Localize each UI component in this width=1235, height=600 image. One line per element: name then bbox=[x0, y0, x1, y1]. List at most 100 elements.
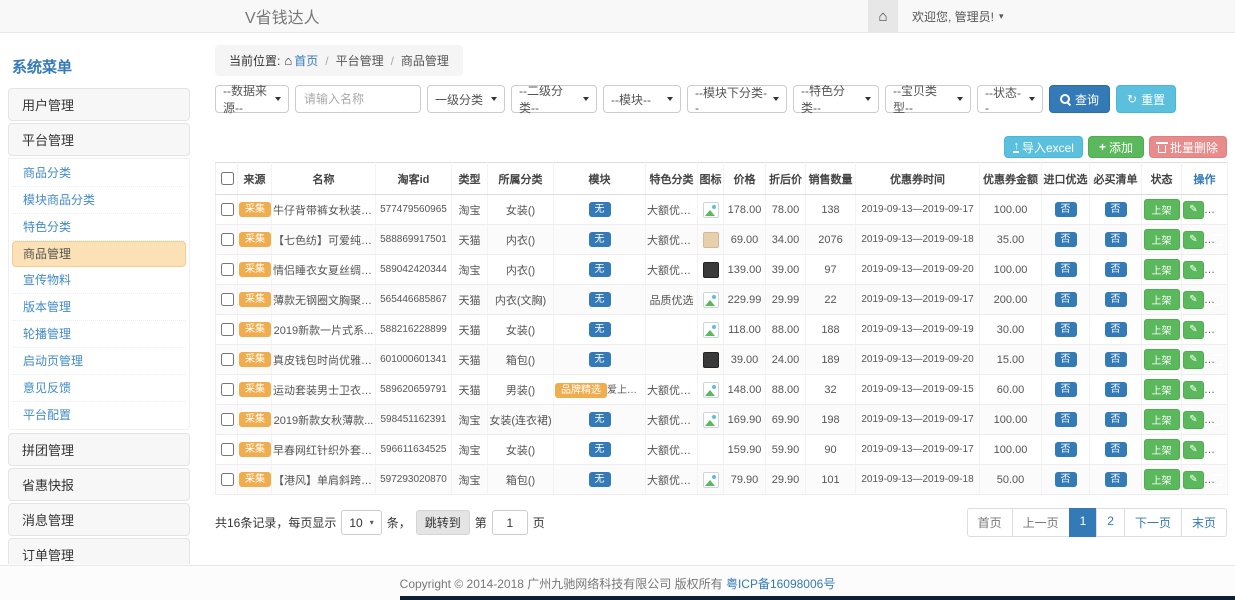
module-subcategory-select[interactable]: --模块下分类-- bbox=[687, 85, 787, 113]
row-checkbox[interactable] bbox=[221, 383, 234, 396]
import-select-badge[interactable]: 否 bbox=[1055, 292, 1077, 307]
reset-button[interactable]: ↻重置 bbox=[1116, 85, 1176, 113]
sidebar-subitem-4[interactable]: 宣传物料 bbox=[12, 267, 186, 294]
user-menu[interactable]: 欢迎您, 管理员! ▾ bbox=[912, 8, 1004, 25]
page-button-1[interactable]: 上一页 bbox=[1012, 508, 1070, 537]
edit-button[interactable]: ✎ bbox=[1183, 351, 1204, 369]
feature-category-select[interactable]: --特色分类-- bbox=[793, 85, 879, 113]
breadcrumb-separator: / bbox=[325, 54, 328, 68]
sidebar-group-bottom-3[interactable]: 订单管理 bbox=[8, 538, 190, 564]
status-button[interactable]: 上架 bbox=[1144, 379, 1180, 400]
status-button[interactable]: 上架 bbox=[1144, 349, 1180, 370]
sidebar-subitem-5[interactable]: 版本管理 bbox=[12, 294, 186, 321]
status-button[interactable]: 上架 bbox=[1144, 289, 1180, 310]
row-checkbox[interactable] bbox=[221, 323, 234, 336]
sidebar-subitem-2[interactable]: 特色分类 bbox=[12, 214, 186, 241]
must-buy-badge[interactable]: 否 bbox=[1105, 262, 1127, 277]
select-all-checkbox[interactable] bbox=[221, 172, 234, 185]
import-select-badge[interactable]: 否 bbox=[1055, 382, 1077, 397]
page-button-2[interactable]: 1 bbox=[1069, 508, 1098, 537]
import-select-badge[interactable]: 否 bbox=[1055, 232, 1077, 247]
sidebar-group-bottom-1[interactable]: 省惠快报 bbox=[8, 468, 190, 501]
sidebar-subitem-1[interactable]: 模块商品分类 bbox=[12, 187, 186, 214]
import-select-badge[interactable]: 否 bbox=[1055, 442, 1077, 457]
add-button[interactable]: +添加 bbox=[1088, 136, 1144, 158]
page-button-5[interactable]: 末页 bbox=[1181, 508, 1227, 537]
edit-button[interactable]: ✎ bbox=[1183, 471, 1204, 489]
row-checkbox[interactable] bbox=[221, 233, 234, 246]
sidebar-group-platform-management[interactable]: 平台管理 bbox=[8, 123, 190, 156]
import-select-badge[interactable]: 否 bbox=[1055, 322, 1077, 337]
jump-button[interactable]: 跳转到 bbox=[416, 510, 470, 535]
status-button[interactable]: 上架 bbox=[1144, 259, 1180, 280]
module-select[interactable]: --模块-- bbox=[603, 85, 681, 113]
status-button[interactable]: 上架 bbox=[1144, 469, 1180, 490]
edit-button[interactable]: ✎ bbox=[1183, 441, 1204, 459]
source-badge: 采集 bbox=[239, 442, 271, 457]
sidebar-subitem-3[interactable]: 商品管理 bbox=[12, 241, 186, 267]
status-button[interactable]: 上架 bbox=[1144, 409, 1180, 430]
price: 139.00 bbox=[724, 255, 766, 285]
icp-link[interactable]: 粤ICP备16098006号 bbox=[726, 575, 835, 592]
home-button[interactable]: ⌂ bbox=[868, 0, 898, 32]
row-checkbox[interactable] bbox=[221, 353, 234, 366]
status-button[interactable]: 上架 bbox=[1144, 439, 1180, 460]
edit-button[interactable]: ✎ bbox=[1183, 201, 1204, 219]
must-buy-badge[interactable]: 否 bbox=[1105, 232, 1127, 247]
per-page-select[interactable]: 10▾ bbox=[341, 510, 381, 535]
must-buy-badge[interactable]: 否 bbox=[1105, 412, 1127, 427]
table-row: 采集 【七色纺】可爱纯棉家... 588869917501 天猫 内衣() 无 … bbox=[216, 225, 1228, 255]
sidebar-group-user-management[interactable]: 用户管理 bbox=[8, 88, 190, 121]
import-select-badge[interactable]: 否 bbox=[1055, 472, 1077, 487]
edit-button[interactable]: ✎ bbox=[1183, 231, 1204, 249]
status-select[interactable]: --状态-- bbox=[977, 85, 1043, 113]
breadcrumb-home-link[interactable]: 首页 bbox=[294, 54, 318, 68]
level1-category-select[interactable]: 一级分类 bbox=[427, 85, 505, 113]
must-buy-badge[interactable]: 否 bbox=[1105, 352, 1127, 367]
edit-button[interactable]: ✎ bbox=[1183, 411, 1204, 429]
import-select-badge[interactable]: 否 bbox=[1055, 262, 1077, 277]
name-search-input[interactable] bbox=[295, 85, 421, 113]
page-button-0[interactable]: 首页 bbox=[967, 508, 1013, 537]
row-checkbox[interactable] bbox=[221, 263, 234, 276]
status-button[interactable]: 上架 bbox=[1144, 199, 1180, 220]
must-buy-badge[interactable]: 否 bbox=[1105, 382, 1127, 397]
row-checkbox[interactable] bbox=[221, 293, 234, 306]
level2-category-select[interactable]: --二级分类-- bbox=[511, 85, 597, 113]
batch-delete-button[interactable]: 批量删除 bbox=[1149, 136, 1227, 158]
sidebar-subitem-8[interactable]: 意见反馈 bbox=[12, 375, 186, 402]
sidebar-group-bottom-0[interactable]: 拼团管理 bbox=[8, 433, 190, 466]
edit-button[interactable]: ✎ bbox=[1183, 291, 1204, 309]
search-button[interactable]: 查询 bbox=[1049, 85, 1110, 113]
import-select-badge[interactable]: 否 bbox=[1055, 352, 1077, 367]
row-checkbox[interactable] bbox=[221, 413, 234, 426]
edit-button[interactable]: ✎ bbox=[1183, 261, 1204, 279]
jump-page-input[interactable] bbox=[492, 510, 528, 535]
sidebar-subitem-0[interactable]: 商品分类 bbox=[12, 160, 186, 187]
must-buy-badge[interactable]: 否 bbox=[1105, 472, 1127, 487]
edit-button[interactable]: ✎ bbox=[1183, 381, 1204, 399]
must-buy-badge[interactable]: 否 bbox=[1105, 202, 1127, 217]
item-type-select[interactable]: --宝贝类型-- bbox=[885, 85, 971, 113]
sidebar-subitem-6[interactable]: 轮播管理 bbox=[12, 321, 186, 348]
page-button-3[interactable]: 2 bbox=[1096, 508, 1125, 537]
page-button-4[interactable]: 下一页 bbox=[1124, 508, 1182, 537]
row-checkbox[interactable] bbox=[221, 203, 234, 216]
status-button[interactable]: 上架 bbox=[1144, 319, 1180, 340]
row-checkbox[interactable] bbox=[221, 443, 234, 456]
must-buy-badge[interactable]: 否 bbox=[1105, 442, 1127, 457]
row-checkbox[interactable] bbox=[221, 473, 234, 486]
edit-button[interactable]: ✎ bbox=[1183, 321, 1204, 339]
must-buy-badge[interactable]: 否 bbox=[1105, 292, 1127, 307]
sidebar-subitem-9[interactable]: 平台配置 bbox=[12, 402, 186, 428]
status-button[interactable]: 上架 bbox=[1144, 229, 1180, 250]
sidebar-group-bottom-2[interactable]: 消息管理 bbox=[8, 503, 190, 536]
import-excel-button[interactable]: ↑导入excel bbox=[1004, 136, 1083, 158]
must-buy-badge[interactable]: 否 bbox=[1105, 322, 1127, 337]
source-filter-select[interactable]: --数据来源-- bbox=[215, 85, 289, 113]
feature-category: 大额优惠券 bbox=[646, 225, 698, 255]
column-header-9: 折后价 bbox=[766, 163, 806, 195]
sidebar-subitem-7[interactable]: 启动页管理 bbox=[12, 348, 186, 375]
import-select-badge[interactable]: 否 bbox=[1055, 202, 1077, 217]
import-select-badge[interactable]: 否 bbox=[1055, 412, 1077, 427]
